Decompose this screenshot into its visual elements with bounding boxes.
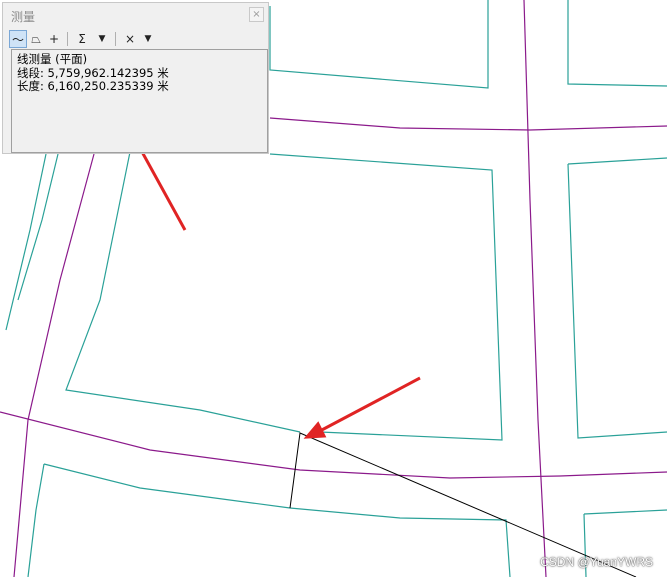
measure-area-icon[interactable]: ⏢ bbox=[29, 30, 43, 48]
teal-boundary bbox=[269, 0, 489, 89]
panel-title: 测量 bbox=[11, 10, 36, 24]
total-length: 长度: 6,160,250.235339 米 bbox=[17, 79, 169, 93]
purple-centerline bbox=[523, 0, 547, 577]
watermark: CSDN @YuanYWRS bbox=[540, 555, 653, 569]
clear-icon[interactable]: × bbox=[123, 30, 137, 48]
toolbar-separator bbox=[67, 32, 68, 46]
panel-titlebar[interactable]: 测量 × bbox=[3, 3, 268, 27]
arrow-to-vertex bbox=[317, 376, 421, 434]
measure-point-icon[interactable]: + bbox=[47, 30, 61, 48]
sum-icon[interactable]: Σ bbox=[75, 30, 89, 48]
purple-centerline bbox=[0, 411, 667, 479]
measure-panel: 测量 × 〜 ⏢ + Σ ▼ × ▼ 线测量 (平面) 线段: 5,759,96… bbox=[2, 2, 269, 154]
measure-toolbar: 〜 ⏢ + Σ ▼ × ▼ bbox=[9, 30, 264, 48]
teal-boundary bbox=[567, 163, 667, 439]
teal-boundary bbox=[5, 153, 47, 331]
clear-dropdown-icon[interactable]: ▼ bbox=[141, 30, 155, 48]
teal-boundary bbox=[17, 153, 59, 301]
results-heading: 线测量 (平面) bbox=[17, 52, 88, 66]
purple-centerline bbox=[13, 153, 95, 577]
teal-boundary bbox=[27, 463, 45, 577]
measure-results: 线测量 (平面) 线段: 5,759,962.142395 米 长度: 6,16… bbox=[11, 49, 268, 153]
close-icon[interactable]: × bbox=[249, 7, 264, 22]
measure-line-icon[interactable]: 〜 bbox=[9, 30, 27, 48]
teal-boundary bbox=[567, 157, 667, 165]
teal-boundary bbox=[583, 509, 667, 515]
teal-boundary bbox=[65, 151, 301, 433]
teal-boundary bbox=[43, 463, 511, 577]
sum-dropdown-icon[interactable]: ▼ bbox=[95, 30, 109, 48]
purple-centerline bbox=[269, 117, 667, 131]
teal-boundary bbox=[567, 0, 667, 87]
arrowhead bbox=[303, 421, 327, 439]
segment-length: 线段: 5,759,962.142395 米 bbox=[17, 65, 169, 80]
toolbar-separator bbox=[115, 32, 116, 46]
